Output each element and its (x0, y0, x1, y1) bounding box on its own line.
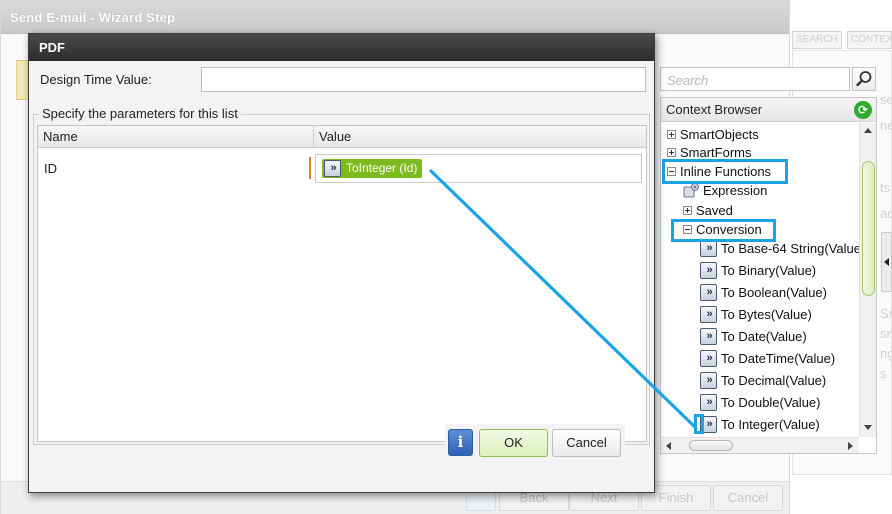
param-value-field[interactable]: » ToInteger (Id) (315, 154, 642, 183)
vertical-scrollbar-thumb[interactable] (862, 161, 875, 296)
expand-plus-icon[interactable] (667, 148, 676, 158)
grid-header: Name Value (38, 126, 646, 148)
highlight-inline-functions (662, 159, 788, 184)
function-token[interactable]: » ToInteger (Id) (322, 159, 423, 178)
tree-item-saved[interactable]: Saved (683, 201, 733, 221)
horizontal-scrollbar[interactable] (661, 437, 859, 453)
design-time-value-label: Design Time Value: (40, 72, 152, 87)
expand-plus-icon[interactable] (667, 130, 676, 140)
dialog-titlebar[interactable]: PDF (29, 34, 654, 61)
tree-item-label: To Boolean(Value) (721, 285, 827, 300)
info-button[interactable]: i (448, 429, 473, 456)
tree-item-expression[interactable]: Expression (683, 181, 767, 201)
tree-item-smartobjects[interactable]: SmartObjects (667, 125, 759, 145)
vertical-scrollbar[interactable] (859, 123, 876, 437)
screen: Send E-mail - Wizard Step Back Next Fini… (0, 0, 892, 514)
context-browser-panel: Context Browser ⟳ SmartObjects SmartForm… (660, 97, 877, 454)
search-input[interactable]: Search (660, 67, 850, 91)
context-browser-title: Context Browser (666, 102, 763, 117)
dialog-title: PDF (39, 40, 65, 55)
cancel-button[interactable]: Cancel (552, 429, 621, 457)
scroll-right-icon[interactable] (848, 442, 853, 450)
scroll-up-icon[interactable] (864, 128, 872, 133)
tree-item-function[interactable]: » To Boolean(Value) (700, 283, 827, 303)
collapse-panel-handle[interactable] (881, 232, 892, 292)
function-icon: » (700, 306, 717, 324)
ghost-text: se (880, 92, 892, 107)
tree-item-label: To Integer(Value) (721, 417, 820, 432)
ghost-text: sn (880, 326, 892, 341)
tree-item-label: To Base-64 String(Value) (721, 241, 859, 256)
function-icon: » (700, 284, 717, 302)
tree-item-function[interactable]: » To Base-64 String(Value) (700, 239, 859, 259)
tree-item-label: Expression (703, 183, 768, 198)
tree-item-label: SmartForms (680, 145, 752, 160)
tree-item-function[interactable]: » To DateTime(Value) (700, 349, 835, 369)
function-icon: » (700, 350, 717, 368)
tree-item-label: Saved (696, 203, 733, 218)
tree-item-function[interactable]: » To Date(Value) (700, 327, 807, 347)
function-icon: » (700, 240, 717, 258)
token-label: ToInteger (Id) (346, 161, 418, 175)
column-header-name[interactable]: Name (43, 129, 78, 144)
wizard-titlebar: Send E-mail - Wizard Step (1, 1, 789, 34)
tree-item-label: To Decimal(Value) (721, 373, 827, 388)
function-icon: » (700, 328, 717, 346)
ok-button[interactable]: OK (479, 429, 548, 457)
tree-item-function[interactable]: » To Decimal(Value) (700, 371, 826, 391)
tree-item-to-integer[interactable]: » To Integer(Value) (700, 415, 820, 435)
tab-context[interactable]: CONTEXT (847, 31, 892, 49)
tree-item-function[interactable]: » To Double(Value) (700, 393, 820, 413)
ghost-text: ng (880, 346, 892, 361)
expand-plus-icon[interactable] (683, 206, 692, 216)
expression-icon (683, 182, 700, 198)
refresh-icon[interactable]: ⟳ (854, 101, 872, 119)
tree-item-label: To Double(Value) (721, 395, 821, 410)
function-icon: » (700, 262, 717, 280)
search-button[interactable] (852, 67, 876, 91)
tree-item-label: To Date(Value) (721, 329, 807, 344)
design-time-value-input[interactable] (201, 67, 646, 92)
horizontal-scrollbar-thumb[interactable] (689, 440, 733, 451)
wizard-title: Send E-mail - Wizard Step (10, 10, 176, 25)
function-icon: » (324, 160, 341, 177)
required-marker (309, 157, 311, 179)
column-header-value[interactable]: Value (319, 129, 351, 144)
function-icon: » (700, 394, 717, 412)
parameters-grid: Name Value ID » ToInteger (Id) (37, 125, 647, 442)
parameters-legend: Specify the parameters for this list (39, 106, 241, 121)
tree-item-label: To DateTime(Value) (721, 351, 836, 366)
highlight-conversion (671, 219, 776, 242)
column-divider[interactable] (313, 126, 314, 148)
scroll-down-icon[interactable] (864, 425, 872, 430)
ghost-text: ts (880, 180, 891, 195)
context-browser-header: Context Browser ⟳ (661, 98, 876, 122)
wizard-cancel-button[interactable]: Cancel (713, 485, 783, 511)
tab-search[interactable]: SEARCH (792, 31, 842, 49)
ghost-text: s (880, 366, 887, 381)
tree-item-function[interactable]: » To Binary(Value) (700, 261, 816, 281)
ghost-text: ac (880, 206, 892, 221)
tree-item-label: To Binary(Value) (721, 263, 817, 278)
tree-item-function[interactable]: » To Bytes(Value) (700, 305, 812, 325)
scroll-left-icon[interactable] (666, 442, 671, 450)
function-icon: » (700, 372, 717, 390)
param-name-cell: ID (44, 161, 57, 176)
tree-item-label: SmartObjects (680, 127, 759, 142)
ghost-text: Sr (880, 306, 892, 321)
search-icon (856, 71, 872, 87)
highlight-to-integer (694, 414, 704, 434)
ghost-text: ne (880, 118, 892, 133)
tree-item-label: To Bytes(Value) (721, 307, 812, 322)
